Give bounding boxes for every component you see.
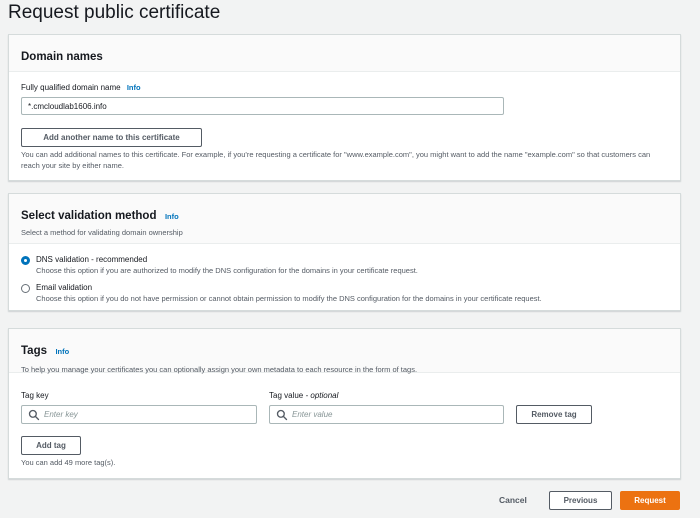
tag-key-field[interactable] [21, 405, 257, 424]
cancel-button[interactable]: Cancel [499, 495, 527, 505]
validation-info-link[interactable]: Info [165, 212, 179, 221]
tags-subtitle: To help you manage your certificates you… [21, 365, 418, 374]
email-validation-description: Choose this option if you do not have pe… [36, 294, 542, 303]
tags-info-link[interactable]: Info [55, 347, 69, 356]
email-validation-radio[interactable] [21, 284, 30, 293]
validation-method-header: Select validation method Info Select a m… [9, 194, 680, 244]
validation-method-subtitle: Select a method for validating domain ow… [21, 228, 183, 237]
request-button[interactable]: Request [620, 491, 680, 510]
validation-method-title: Select validation method [21, 210, 157, 222]
previous-button[interactable]: Previous [549, 491, 612, 510]
email-validation-label: Email validation [36, 283, 93, 292]
dns-validation-radio[interactable] [21, 256, 30, 265]
dns-validation-label: DNS validation - recommended [36, 255, 148, 264]
tag-value-label-text: Tag value [269, 391, 304, 400]
add-tag-button[interactable]: Add tag [21, 436, 81, 455]
domain-names-card: Domain names Fully qualified domain name… [8, 34, 681, 181]
tags-card: Tags Info To help you manage your certif… [8, 328, 681, 479]
tags-header: Tags Info To help you manage your certif… [9, 329, 680, 374]
search-icon [276, 409, 288, 421]
domain-field-label-text: Fully qualified domain name [21, 83, 121, 92]
domain-names-title: Domain names [21, 51, 103, 63]
domain-info-link[interactable]: Info [127, 83, 141, 92]
tag-value-input[interactable] [290, 407, 499, 422]
remove-tag-button[interactable]: Remove tag [516, 405, 592, 424]
domain-names-header: Domain names [9, 35, 680, 72]
tags-title: Tags [21, 345, 47, 357]
domain-help-text: You can add additional names to this cer… [21, 150, 651, 170]
tag-value-optional: - optional [305, 391, 339, 400]
dns-validation-description: Choose this option if you are authorized… [36, 266, 418, 275]
add-another-name-button[interactable]: Add another name to this certificate [21, 128, 202, 147]
tags-remaining-text: You can add 49 more tag(s). [21, 458, 116, 467]
tag-key-input[interactable] [42, 407, 252, 422]
tag-value-label: Tag value - optional [269, 391, 338, 400]
search-icon [28, 409, 40, 421]
domain-name-input[interactable] [21, 97, 504, 115]
validation-method-card: Select validation method Info Select a m… [8, 193, 681, 311]
domain-field-label: Fully qualified domain name Info [21, 83, 141, 92]
tag-value-field[interactable] [269, 405, 504, 424]
page-title: Request public certificate [8, 2, 221, 23]
tag-key-label: Tag key [21, 391, 49, 400]
